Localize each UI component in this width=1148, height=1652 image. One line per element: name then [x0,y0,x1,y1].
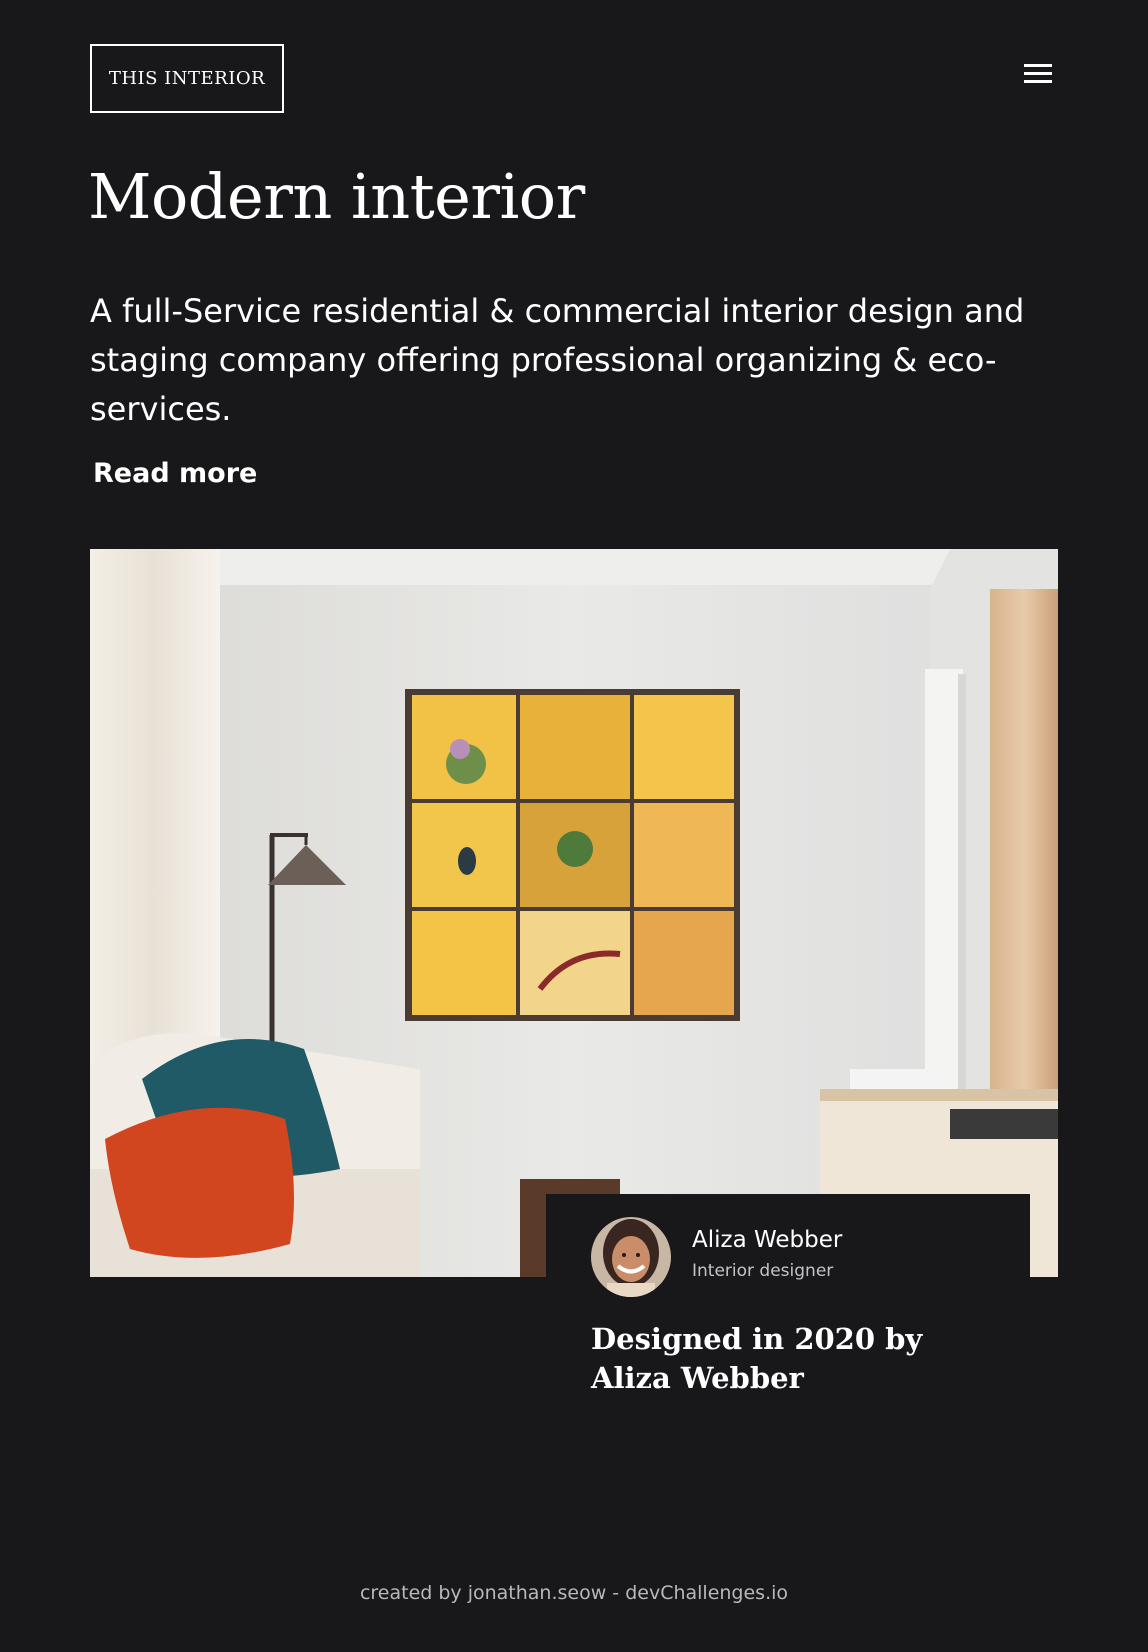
footer-credit: created by jonathan.seow - devChallenges… [359,1582,789,1604]
menu-line [1024,64,1052,67]
page-title: Modern interior [88,160,585,233]
interior-photo [90,549,1058,1277]
avatar[interactable] [591,1217,671,1297]
hero-description: A full-Service residential & commercial … [90,292,1025,428]
read-more-link[interactable]: Read more [93,458,257,489]
designer-role: Interior designer [692,1261,834,1281]
logo[interactable]: THIS INTERIOR [90,44,284,113]
designer-card: Aliza Webber Interior designer Designed … [546,1194,1030,1424]
page: THIS INTERIOR Modern interior A full-Ser… [0,0,1148,1652]
designed-caption: Designed in 2020 by Aliza Webber [591,1322,923,1395]
hamburger-menu-icon[interactable] [1022,64,1054,86]
designer-name: Aliza Webber [692,1227,843,1253]
menu-line [1024,80,1052,83]
menu-line [1024,72,1052,75]
